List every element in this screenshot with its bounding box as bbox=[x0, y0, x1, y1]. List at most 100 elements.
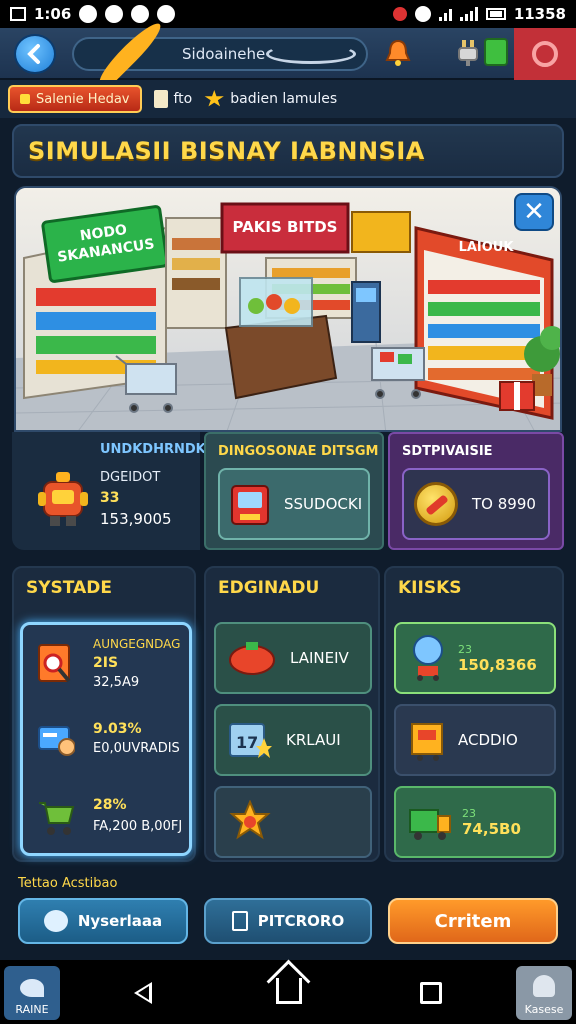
action-button-2[interactable]: PITCRORO bbox=[204, 898, 372, 944]
balloon-stall-icon bbox=[413, 635, 443, 681]
plug-icon[interactable] bbox=[456, 38, 480, 68]
svg-text:17: 17 bbox=[236, 733, 258, 752]
search-text: Sidoainehenais bbox=[182, 45, 266, 63]
tab-row: Salenie Hedav fto badien lamules bbox=[0, 80, 576, 118]
stat-card-1-line3: 153,9005 bbox=[100, 510, 172, 528]
stat-card-2-label: SSUDOCKI bbox=[284, 495, 363, 513]
close-icon[interactable]: ✕ bbox=[514, 193, 554, 231]
stat-card-2-button[interactable]: SSUDOCKI bbox=[218, 468, 370, 540]
right-item-3-sub: 23 bbox=[462, 806, 476, 820]
kiosk-icon bbox=[411, 723, 443, 761]
list-item[interactable]: 9.03% E0,0UVRADIS bbox=[33, 713, 189, 777]
stat-card-2: DINGOSONAE DITSGM SSUDOCKI bbox=[204, 432, 384, 550]
shopping-cart-icon bbox=[39, 802, 75, 835]
item-left-3-t2: 28% bbox=[93, 797, 127, 813]
status-clock: 11358 bbox=[513, 5, 566, 23]
nav-right-app[interactable]: Kasese bbox=[516, 966, 572, 1020]
recents-icon[interactable] bbox=[420, 982, 442, 1004]
search-box[interactable]: Sidoainehenais bbox=[72, 17, 368, 91]
card-hand-icon bbox=[38, 726, 75, 756]
nav-left-label: RAINE bbox=[15, 1003, 49, 1016]
circle-icon bbox=[79, 5, 98, 23]
right-item-3[interactable]: 23 74,5B0 bbox=[394, 786, 556, 858]
back-button[interactable] bbox=[14, 34, 56, 74]
action-button-3-label: Crritem bbox=[434, 910, 512, 932]
calendar-star-icon: 17 bbox=[229, 723, 272, 758]
column-left-title: SYSTADE bbox=[26, 578, 112, 598]
right-item-3-value: 74,5B0 bbox=[462, 819, 521, 838]
middle-item-1-label: LAINEIV bbox=[290, 649, 349, 667]
nav-left-app[interactable]: RAINE bbox=[4, 966, 60, 1020]
truck-icon bbox=[409, 809, 451, 840]
chat-icon bbox=[43, 910, 68, 932]
item-left-2-t3: E0,0UVRADIS bbox=[93, 741, 180, 756]
action-button-2-label: PITCRORO bbox=[257, 912, 345, 930]
stat-card-3-label: TO 8990 bbox=[472, 495, 536, 513]
sync-icon bbox=[105, 5, 124, 23]
title-banner: SIMULASII BISNAY IABNNSIA bbox=[12, 124, 564, 178]
item-left-1-t1: AUNGEGNDAG bbox=[93, 637, 181, 651]
badge-star-icon bbox=[229, 800, 271, 840]
right-item-2[interactable]: ACDDIO bbox=[394, 704, 556, 776]
tab-item-2-label: fto bbox=[173, 91, 193, 107]
right-item-1-value: 150,8366 bbox=[458, 655, 537, 674]
store-scene: NODO SKANANCUS PAKIS BITDS LAIOUK bbox=[14, 186, 562, 432]
middle-item-3[interactable] bbox=[214, 786, 372, 858]
flame-icon bbox=[131, 5, 150, 23]
tab-active[interactable]: Salenie Hedav bbox=[8, 85, 142, 113]
bird-icon bbox=[20, 979, 44, 997]
tab-item-3[interactable]: badien lamules bbox=[204, 90, 337, 108]
column-left: SYSTADE AUNGEGNDAG 2IS 32,5A9 9.03% E0,0… bbox=[12, 566, 196, 862]
stat-card-3-title: SDTPIVAISIE bbox=[402, 444, 493, 459]
battery-charge-icon[interactable] bbox=[484, 38, 508, 66]
middle-item-2-label: KRLAUI bbox=[286, 731, 341, 749]
column-middle-title: EDGINADU bbox=[218, 578, 320, 598]
power-button[interactable] bbox=[514, 28, 576, 80]
list-item[interactable]: AUNGEGNDAG 2IS 32,5A9 bbox=[33, 637, 189, 701]
search-card-icon bbox=[38, 644, 71, 683]
action-button-1[interactable]: Nyserlaaa bbox=[18, 898, 188, 944]
stat-card-1-line1: DGEIDOT bbox=[100, 470, 161, 485]
coin-icon bbox=[414, 482, 458, 526]
store-illustration: NODO SKANANCUS PAKIS BITDS LAIOUK bbox=[16, 188, 560, 430]
stat-card-3: SDTPIVAISIE TO 8990 bbox=[388, 432, 564, 550]
tab-item-2[interactable]: fto bbox=[153, 90, 193, 108]
refresh-icon[interactable] bbox=[266, 44, 356, 64]
page-title: SIMULASII BISNAY IABNNSIA bbox=[28, 137, 425, 165]
bell-icon[interactable] bbox=[384, 38, 412, 68]
stat-card-1-title: UNDKDHRNDK bbox=[100, 442, 206, 457]
item-left-1-t3: 32,5A9 bbox=[93, 675, 140, 690]
back-icon[interactable] bbox=[134, 982, 152, 1004]
right-item-1[interactable]: 23 150,8366 bbox=[394, 622, 556, 694]
right-item-1-sub: 23 bbox=[458, 642, 472, 656]
wifi-icon bbox=[438, 7, 452, 21]
status-bar: 1:06 11358 bbox=[0, 0, 576, 28]
document-icon bbox=[231, 911, 248, 931]
system-nav-bar: RAINE Kasese bbox=[0, 960, 576, 1024]
back-arrow-icon bbox=[27, 44, 40, 64]
action-button-3[interactable]: Crritem bbox=[388, 898, 558, 944]
kiosk-icon bbox=[231, 485, 269, 525]
column-right-title: KIISKS bbox=[398, 578, 462, 598]
action-button-1-label: Nyserlaaa bbox=[77, 912, 163, 930]
alarm-icon bbox=[392, 7, 407, 21]
document-icon bbox=[153, 90, 168, 108]
power-icon bbox=[532, 41, 558, 67]
middle-item-2[interactable]: 17 KRLAUI bbox=[214, 704, 372, 776]
person-icon bbox=[533, 975, 555, 997]
stat-card-3-button[interactable]: TO 8990 bbox=[402, 468, 550, 540]
list-item[interactable]: 28% FA,200 B,00FJ bbox=[33, 789, 189, 853]
top-bar: Sidoainehenais bbox=[0, 17, 576, 91]
photo-icon bbox=[10, 7, 26, 21]
middle-item-1[interactable]: LAINEIV bbox=[214, 622, 372, 694]
item-left-1-t2: 2IS bbox=[93, 655, 119, 671]
right-item-2-value: ACDDIO bbox=[458, 731, 518, 749]
home-icon[interactable] bbox=[276, 978, 302, 1004]
column-right: KIISKS 23 150,8366 ACDDIO 23 74,5B0 bbox=[384, 566, 564, 862]
stat-card-2-title: DINGOSONAE DITSGM bbox=[218, 444, 379, 459]
column-left-panel[interactable]: AUNGEGNDAG 2IS 32,5A9 9.03% E0,0UVRADIS … bbox=[20, 622, 192, 856]
sign-center: PAKIS BITDS bbox=[232, 218, 338, 236]
signal-icon bbox=[459, 7, 478, 21]
tag-icon bbox=[20, 94, 30, 104]
footer-label: Tettao Acstibao bbox=[18, 876, 118, 891]
